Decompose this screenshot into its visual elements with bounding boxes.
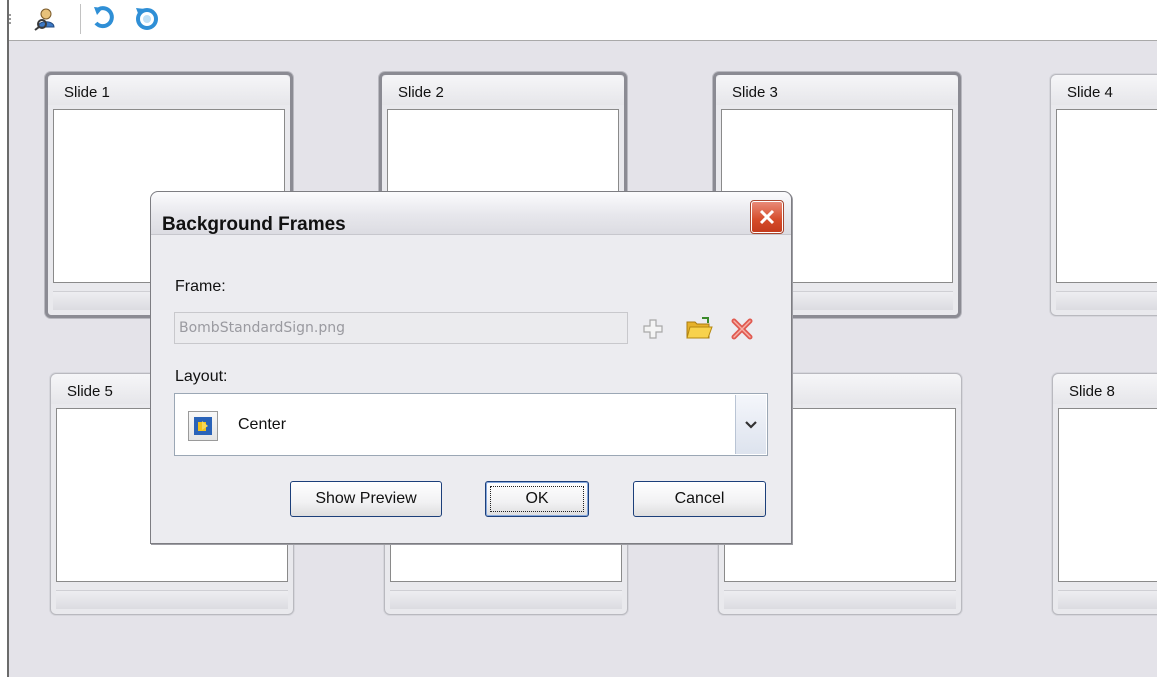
layout-label: Layout:: [175, 368, 228, 385]
dropdown-button[interactable]: [735, 395, 766, 454]
layout-center-icon: [188, 411, 218, 441]
slide-header: Slide 2: [382, 75, 624, 105]
slide-card[interactable]: Slide 4: [1050, 74, 1157, 316]
open-folder-icon: [686, 317, 713, 339]
cancel-button[interactable]: Cancel: [633, 481, 766, 517]
slide-card[interactable]: Slide 8: [1052, 373, 1157, 615]
slide-header: Slide 4: [1051, 75, 1157, 105]
slide-header: Slide 8: [1053, 374, 1157, 404]
focus-ring: [490, 486, 584, 512]
ok-button[interactable]: OK: [485, 481, 589, 517]
toolbar-grip[interactable]: [9, 14, 14, 24]
user-search-button[interactable]: [29, 2, 63, 34]
layout-dropdown[interactable]: Center: [174, 393, 768, 456]
toolbar-separator: [80, 4, 81, 34]
application-window: Slide 1 Slide 2 Slide 3 Slide 4 Slide 5 …: [0, 0, 1157, 677]
frame-label: Frame:: [175, 278, 226, 295]
add-frame-button[interactable]: [638, 314, 668, 344]
close-icon: [759, 209, 775, 225]
redo-button[interactable]: [130, 2, 164, 34]
delete-icon: [731, 318, 753, 340]
background-frames-dialog: Background Frames Frame: BombStandardSig…: [150, 191, 792, 544]
undo-button[interactable]: [87, 2, 121, 34]
slide-title: Slide 1: [64, 84, 110, 101]
redo-icon: [136, 8, 158, 30]
user-search-icon: [34, 8, 55, 31]
slide-footer: [56, 590, 288, 609]
dialog-title: Background Frames: [162, 214, 346, 235]
chevron-down-icon: [745, 420, 757, 429]
show-preview-button[interactable]: Show Preview: [290, 481, 442, 517]
slide-footer: [1058, 590, 1157, 609]
slide-title: Slide 8: [1069, 383, 1115, 400]
open-folder-button[interactable]: [684, 314, 714, 344]
slide-footer: [390, 590, 622, 609]
slide-footer: [724, 590, 956, 609]
dialog-titlebar[interactable]: Background Frames: [151, 192, 791, 235]
add-icon: [643, 319, 663, 339]
slide-footer: [1056, 291, 1157, 310]
slide-header: Slide 1: [48, 75, 290, 105]
frame-input[interactable]: [174, 312, 628, 344]
close-button[interactable]: [750, 200, 784, 234]
slide-canvas[interactable]: [1056, 109, 1157, 283]
slide-header: Slide 3: [716, 75, 958, 105]
slide-title: Slide 3: [732, 84, 778, 101]
undo-icon: [94, 6, 114, 29]
slide-title: Slide 2: [398, 84, 444, 101]
delete-frame-button[interactable]: [727, 314, 757, 344]
slide-title: Slide 5: [67, 383, 113, 400]
slide-title: Slide 4: [1067, 84, 1113, 101]
toolbar: [9, 0, 1157, 41]
layout-selected-value: Center: [238, 416, 287, 433]
slide-canvas[interactable]: [1058, 408, 1157, 582]
